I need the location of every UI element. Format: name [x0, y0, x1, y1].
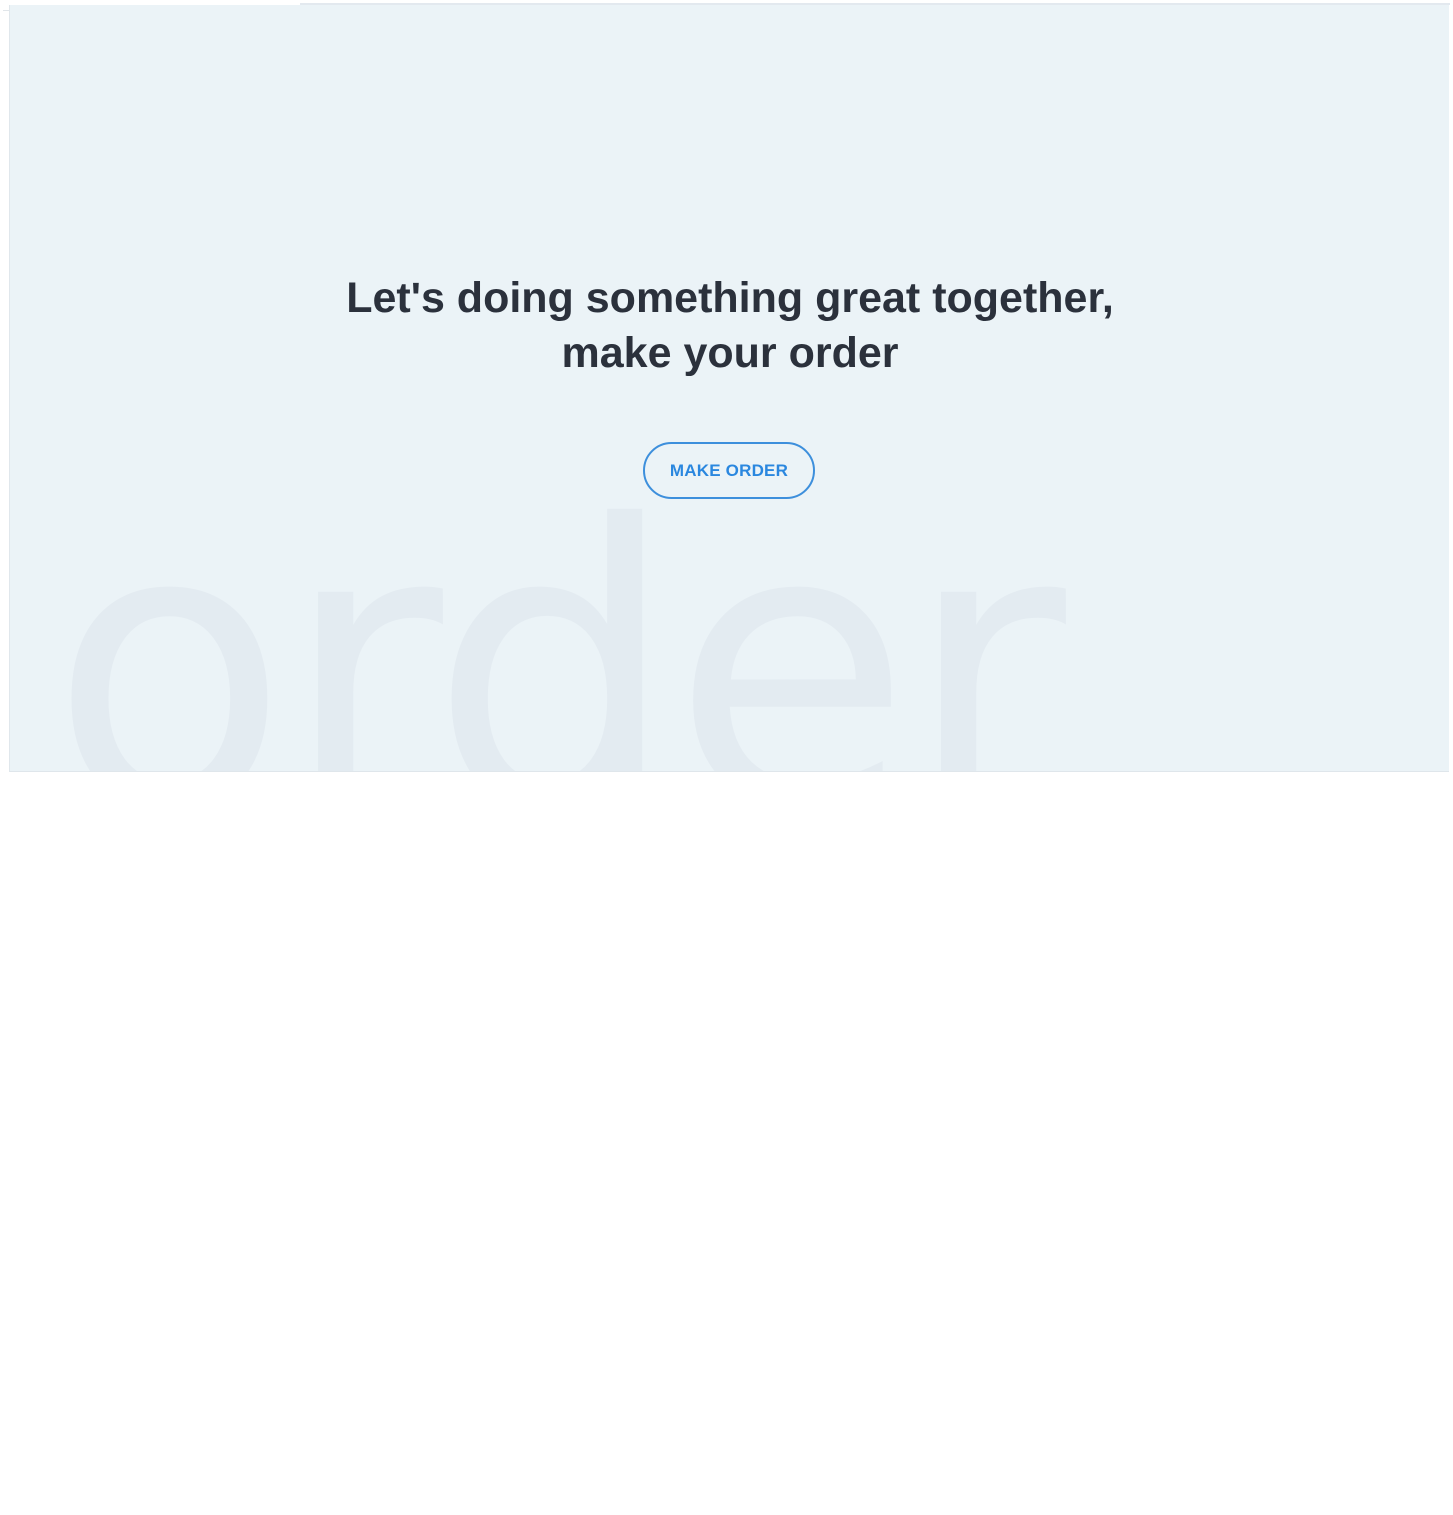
make-order-button[interactable]: MAKE ORDER — [643, 442, 815, 499]
cta-headline: Let's doing something great together, ma… — [10, 271, 1449, 381]
background-watermark-word: order — [50, 443, 1066, 772]
order-cta-section: order Let's doing something great togeth… — [9, 5, 1449, 772]
cta-headline-line-2: make your order — [561, 329, 899, 377]
cta-headline-line-1: Let's doing something great together, — [346, 274, 1114, 322]
